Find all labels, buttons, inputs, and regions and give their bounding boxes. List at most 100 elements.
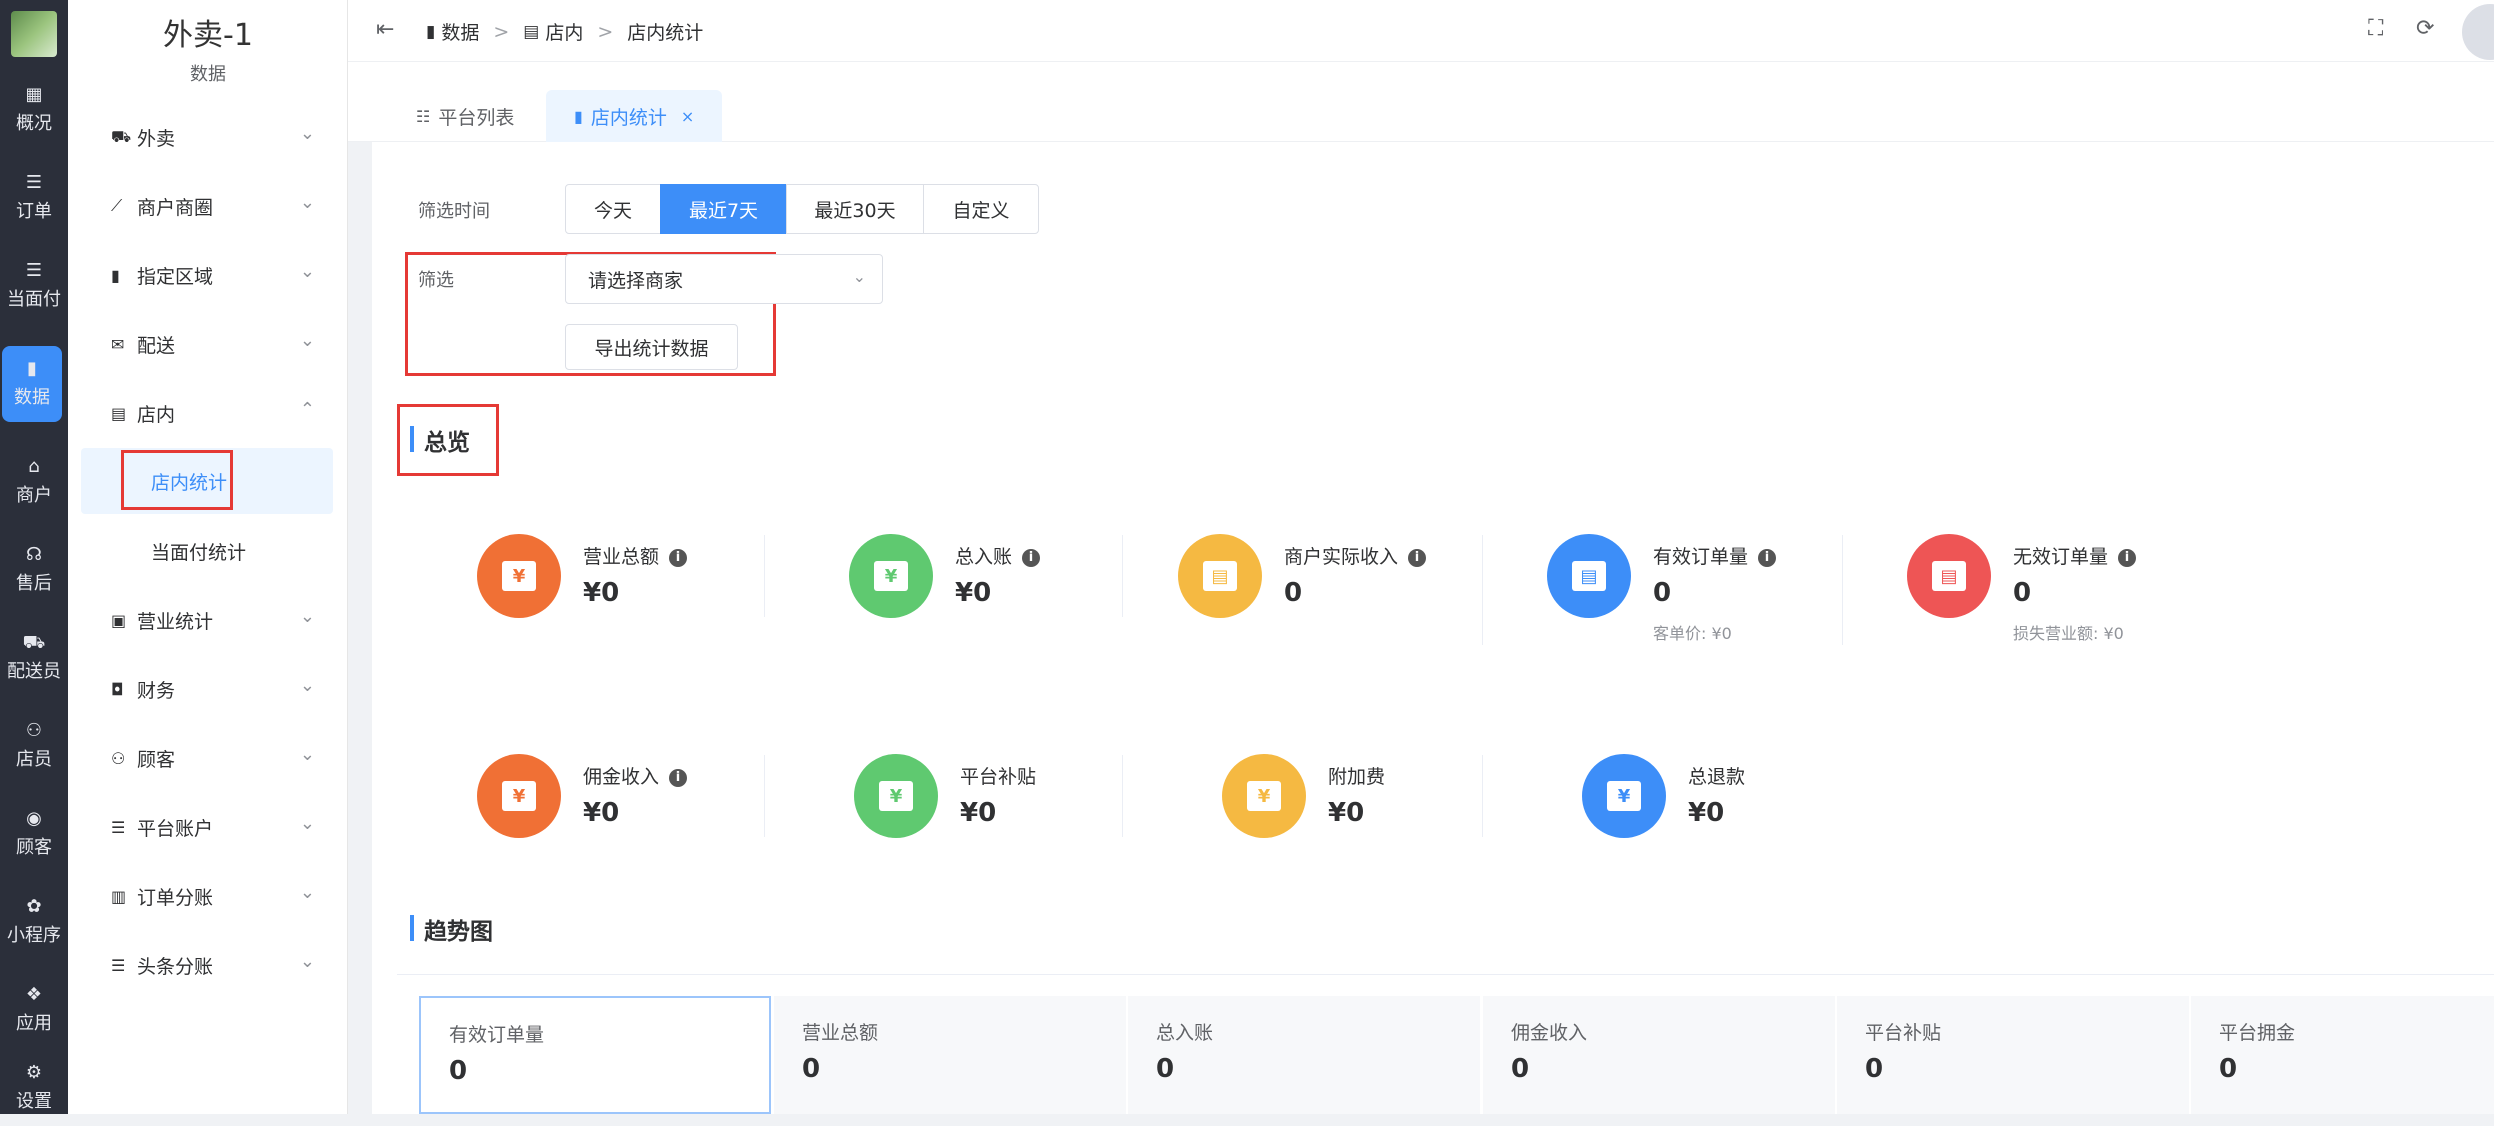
bar-chart-icon: ▮ — [111, 265, 120, 285]
calendar-icon: ▣ — [111, 610, 127, 630]
sidebar-child-face-pay-stats[interactable]: 当面付统计 — [81, 518, 333, 584]
sidebar-item-toutiao-split[interactable]: ☰ 头条分账 ⌄ — [111, 945, 333, 985]
sidebar-item-merchant-district[interactable]: ⟋ 商户商圈 ⌄ — [111, 186, 333, 226]
sidebar-item-label: 订单分账 — [137, 886, 214, 909]
store-icon: ⌂ — [28, 456, 40, 477]
rail-item-label: 应用 — [16, 1013, 52, 1034]
trend-card-label: 平台拥金 — [2219, 1022, 2296, 1044]
list-icon: ☰ — [111, 817, 126, 837]
overview-title: 总览 — [410, 423, 470, 457]
trend-card-total-revenue[interactable]: 营业总额 0 — [774, 996, 1126, 1114]
sidebar-item-business-stats[interactable]: ▣ 营业统计 ⌄ — [111, 600, 333, 640]
scooter-icon: ⛟ — [111, 126, 132, 146]
chevron-down-icon: ⌄ — [299, 123, 315, 144]
sidebar-item-finance[interactable]: ◘ 财务 ⌄ — [111, 669, 333, 709]
time-option-last-30-days[interactable]: 最近30天 — [786, 184, 924, 234]
rail-item-label: 顾客 — [16, 837, 52, 858]
sidebar-subtitle: 数据 — [190, 64, 226, 85]
stat-value: ¥0 — [960, 798, 997, 828]
rail-item-after-sales[interactable]: ☊ 售后 — [0, 532, 68, 608]
logo-image — [11, 11, 57, 57]
stat-value: ¥0 — [955, 578, 992, 608]
trend-card-valid-orders[interactable]: 有效订单量 0 — [419, 996, 771, 1114]
export-stats-button[interactable]: 导出统计数据 — [565, 324, 738, 370]
filter-label: 筛选 — [418, 270, 454, 291]
income-icon: ¥ — [854, 754, 938, 838]
rail-item-settings[interactable]: ⚙ 设置 — [0, 1050, 68, 1126]
close-icon[interactable]: × — [681, 107, 694, 126]
rail-item-label: 概况 — [16, 113, 52, 134]
stat-title: 商户实际收入 — [1284, 546, 1399, 568]
chevron-down-icon: ⌄ — [299, 882, 315, 903]
collapse-sidebar-icon[interactable]: ⇤ — [376, 17, 394, 42]
clipboard-icon: ▤ — [1547, 534, 1631, 618]
avatar[interactable] — [2462, 4, 2494, 60]
sidebar-item-region[interactable]: ▮ 指定区域 ⌄ — [111, 255, 333, 295]
tabs-bar: ☷ 平台列表 ▮ 店内统计 × — [348, 62, 2494, 142]
rail-item-merchants[interactable]: ⌂ 商户 — [0, 444, 68, 520]
rail-item-overview[interactable]: ▦ 概况 — [0, 72, 68, 148]
chevron-down-icon: ⌄ — [299, 951, 315, 972]
tab-label: 平台列表 — [438, 106, 515, 129]
trend-card-commission[interactable]: 佣金收入 0 — [1483, 996, 1835, 1114]
tab-platform-list[interactable]: ☷ 平台列表 — [388, 90, 542, 142]
stat-value: ¥0 — [1328, 798, 1365, 828]
trend-card-platform-subsidy[interactable]: 平台补贴 0 — [1837, 996, 2189, 1114]
users-icon: ⚇ — [111, 748, 126, 768]
trend-card-platform-commission[interactable]: 平台拥金 0 — [2191, 996, 2494, 1114]
stat-invalid-orders: ▤ 无效订单量 i 0 损失营业额: ¥0 — [1907, 534, 2247, 664]
sidebar-item-customers[interactable]: ⚇ 顾客 ⌄ — [111, 738, 333, 778]
clipboard-icon: ▤ — [1178, 534, 1262, 618]
sidebar-item-delivery[interactable]: ✉ 配送 ⌄ — [111, 324, 333, 364]
info-icon[interactable]: i — [669, 549, 688, 567]
info-icon[interactable]: i — [669, 769, 688, 787]
fullscreen-icon[interactable]: ⛶ — [2368, 16, 2383, 41]
trend-title: 趋势图 — [410, 912, 493, 946]
stat-value: 0 — [2013, 578, 2032, 608]
info-icon[interactable]: i — [2118, 549, 2137, 567]
rail-item-face-pay[interactable]: ☰ 当面付 — [0, 248, 68, 324]
rail-item-customers[interactable]: ◉ 顾客 — [0, 796, 68, 872]
stat-valid-orders: ▤ 有效订单量 i 0 客单价: ¥0 — [1547, 534, 1887, 664]
refresh-icon[interactable]: ⟳ — [2416, 16, 2434, 41]
stat-total-income: ¥ 总入账 i ¥0 — [849, 534, 1189, 664]
sub-sidebar: 外卖-1 数据 ⛟ 外卖 ⌄ ⟋ 商户商圈 ⌄ ▮ 指定区域 ⌄ ✉ 配送 ⌄ … — [68, 0, 348, 1114]
rail-item-mini-program[interactable]: ✿ 小程序 — [0, 884, 68, 960]
sidebar-item-order-split[interactable]: ▥ 订单分账 ⌄ — [111, 876, 333, 916]
info-icon[interactable]: i — [1408, 549, 1427, 567]
list-icon: ☰ — [25, 172, 43, 193]
sidebar-item-platform-account[interactable]: ☰ 平台账户 ⌄ — [111, 807, 333, 847]
rail-item-apps[interactable]: ❖ 应用 — [0, 972, 68, 1048]
breadcrumb-separator: > — [493, 20, 510, 43]
sidebar-item-in-store[interactable]: ▤ 店内 ⌃ — [111, 393, 333, 433]
rail-item-label: 当面付 — [7, 289, 61, 310]
info-icon[interactable]: i — [1758, 549, 1777, 567]
breadcrumb-item[interactable]: 店内 — [545, 18, 583, 45]
sidebar-item-takeout[interactable]: ⛟ 外卖 ⌄ — [111, 117, 333, 157]
tab-in-store-stats[interactable]: ▮ 店内统计 × — [546, 90, 723, 142]
rail-item-staff[interactable]: ⚇ 店员 — [0, 708, 68, 784]
stat-subtext: 客单价: ¥0 — [1653, 624, 1732, 643]
rail-item-orders[interactable]: ☰ 订单 — [0, 160, 68, 236]
chevron-down-icon: ⌄ — [299, 744, 315, 765]
app-logo[interactable] — [0, 0, 68, 68]
breadcrumb-item-current: 店内统计 — [627, 22, 704, 44]
breadcrumb: ▮ 数据 > ▤ 店内 > 店内统计 — [426, 18, 703, 45]
revenue-icon: ¥ — [477, 534, 561, 618]
breadcrumb-separator: > — [597, 20, 614, 43]
time-option-today[interactable]: 今天 — [565, 184, 661, 234]
merchant-select[interactable]: 请选择商家 ⌄ — [565, 254, 883, 304]
time-option-custom[interactable]: 自定义 — [923, 184, 1039, 234]
time-option-last-7-days[interactable]: 最近7天 — [660, 184, 787, 234]
trend-card-value: 0 — [802, 1054, 821, 1084]
rail-item-label: 配送员 — [7, 661, 61, 682]
bar-chart-icon: ▮ — [27, 358, 37, 379]
breadcrumb-item[interactable]: 数据 — [441, 18, 479, 45]
rail-item-data[interactable]: ▮ 数据 — [2, 346, 62, 422]
info-icon[interactable]: i — [1022, 549, 1041, 567]
stat-value: ¥0 — [583, 578, 620, 608]
stat-commission-income: ¥ 佣金收入 i ¥0 — [477, 754, 817, 884]
rail-item-couriers[interactable]: ⛟ 配送员 — [0, 620, 68, 696]
delivery-icon: ✉ — [111, 334, 125, 354]
trend-card-total-income[interactable]: 总入账 0 — [1128, 996, 1480, 1114]
